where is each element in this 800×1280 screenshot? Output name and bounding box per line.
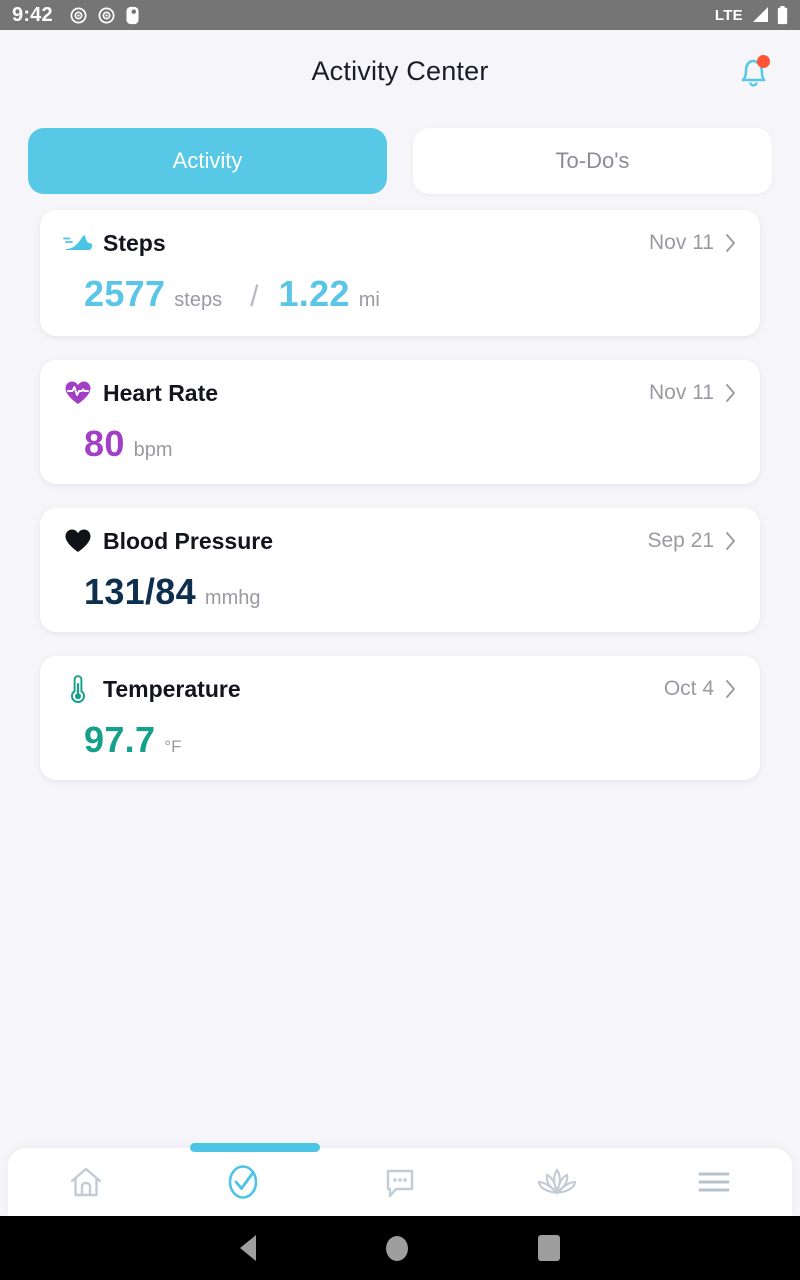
card-blood-pressure[interactable]: Blood Pressure Sep 21 131/84 mmhg (40, 508, 760, 632)
home-icon (71, 1167, 102, 1197)
card-steps-value-row: 2577 steps / 1.22 mi (62, 276, 738, 314)
signal-icon (753, 7, 768, 22)
card-temperature-date: Oct 4 (663, 677, 714, 700)
card-steps[interactable]: Steps Nov 11 2577 steps / 1.22 mi (40, 210, 760, 336)
sneaker-icon (62, 228, 94, 258)
heart-pulse-icon (62, 378, 94, 408)
heart-filled-icon (62, 526, 94, 556)
status-bar-time: 9:42 (12, 3, 53, 26)
nav-item-messages[interactable] (322, 1148, 479, 1216)
menu-icon (698, 1172, 730, 1192)
card-heart-rate-date: Nov 11 (649, 381, 714, 404)
card-blood-pressure-date-link[interactable]: Sep 21 (647, 529, 738, 553)
card-heart-rate-value: 80 (84, 423, 125, 464)
active-tab-indicator (190, 1143, 320, 1152)
back-triangle-icon[interactable] (240, 1235, 256, 1261)
android-system-nav (0, 1216, 800, 1280)
tab-bar: Activity To-Do's (0, 128, 800, 194)
nav-item-wellness[interactable] (478, 1148, 635, 1216)
home-circle-icon[interactable] (386, 1235, 408, 1261)
status-bar-left-icons (69, 6, 140, 25)
card-steps-header: Steps Nov 11 (62, 228, 738, 258)
alarm-icon (98, 7, 115, 23)
network-type-label: LTE (714, 6, 743, 24)
card-heart-rate-value-row: 80 bpm (62, 426, 738, 462)
card-steps-date-link[interactable]: Nov 11 (649, 231, 738, 255)
card-steps-date: Nov 11 (649, 231, 714, 254)
nav-item-checklist[interactable] (165, 1148, 322, 1216)
chat-bubble-icon (386, 1169, 414, 1198)
card-heart-rate-header: Heart Rate Nov 11 (62, 378, 738, 408)
card-blood-pressure-unit: mmhg (204, 587, 261, 609)
notification-badge-dot (757, 55, 770, 68)
battery-icon (777, 5, 788, 24)
tab-activity[interactable]: Activity (28, 128, 387, 194)
card-steps-divider: / (250, 280, 259, 313)
phone-screen: 9:42 LTE Activity Center Activity To-Do'… (0, 0, 800, 1280)
recents-square-icon[interactable] (538, 1235, 560, 1261)
chevron-right-icon (726, 532, 735, 550)
card-blood-pressure-value-row: 131/84 mmhg (62, 574, 738, 610)
card-heart-rate[interactable]: Heart Rate Nov 11 80 bpm (40, 360, 760, 484)
tab-activity-label: Activity (172, 148, 243, 173)
card-steps-title: Steps (103, 229, 166, 256)
card-temperature-title: Temperature (103, 675, 241, 702)
status-bar: 9:42 LTE (0, 0, 800, 30)
thermometer-icon (62, 674, 94, 704)
app-header: Activity Center (0, 30, 800, 112)
card-temperature-unit: °F (164, 737, 182, 756)
card-steps-distance-unit: mi (358, 289, 380, 311)
card-temperature-value: 97.7 (84, 719, 156, 760)
nav-item-home[interactable] (8, 1148, 165, 1216)
card-blood-pressure-value: 131/84 (84, 571, 196, 612)
tab-todos[interactable]: To-Do's (413, 128, 772, 194)
chevron-right-icon (726, 234, 735, 252)
card-temperature[interactable]: Temperature Oct 4 97.7 °F (40, 656, 760, 780)
check-circle-icon (228, 1165, 258, 1199)
card-temperature-date-link[interactable]: Oct 4 (664, 677, 738, 701)
card-heart-rate-title: Heart Rate (103, 379, 219, 406)
bottom-navigation-bar (8, 1143, 792, 1216)
nav-item-menu[interactable] (635, 1148, 792, 1216)
card-steps-value: 2577 (84, 273, 166, 314)
card-temperature-header: Temperature Oct 4 (62, 674, 738, 704)
card-heart-rate-date-link[interactable]: Nov 11 (649, 381, 738, 405)
metric-card-list: Steps Nov 11 2577 steps / 1.22 mi Heart … (0, 194, 800, 780)
notification-button[interactable] (730, 48, 776, 94)
chevron-right-icon (726, 384, 735, 402)
card-blood-pressure-title: Blood Pressure (103, 527, 273, 554)
card-blood-pressure-header: Blood Pressure Sep 21 (62, 526, 738, 556)
tab-todos-label: To-Do's (555, 148, 630, 173)
page-title: Activity Center (311, 55, 489, 86)
battery-saver-icon (126, 6, 139, 24)
lotus-icon (537, 1168, 576, 1195)
card-temperature-value-row: 97.7 °F (62, 722, 738, 758)
card-steps-unit: steps (174, 289, 223, 311)
status-bar-right-icons: LTE (714, 5, 788, 25)
alarm-icon (70, 7, 87, 23)
chevron-right-icon (726, 680, 735, 698)
card-steps-distance-value: 1.22 (278, 273, 350, 314)
card-heart-rate-unit: bpm (133, 439, 173, 461)
card-blood-pressure-date: Sep 21 (647, 529, 714, 552)
